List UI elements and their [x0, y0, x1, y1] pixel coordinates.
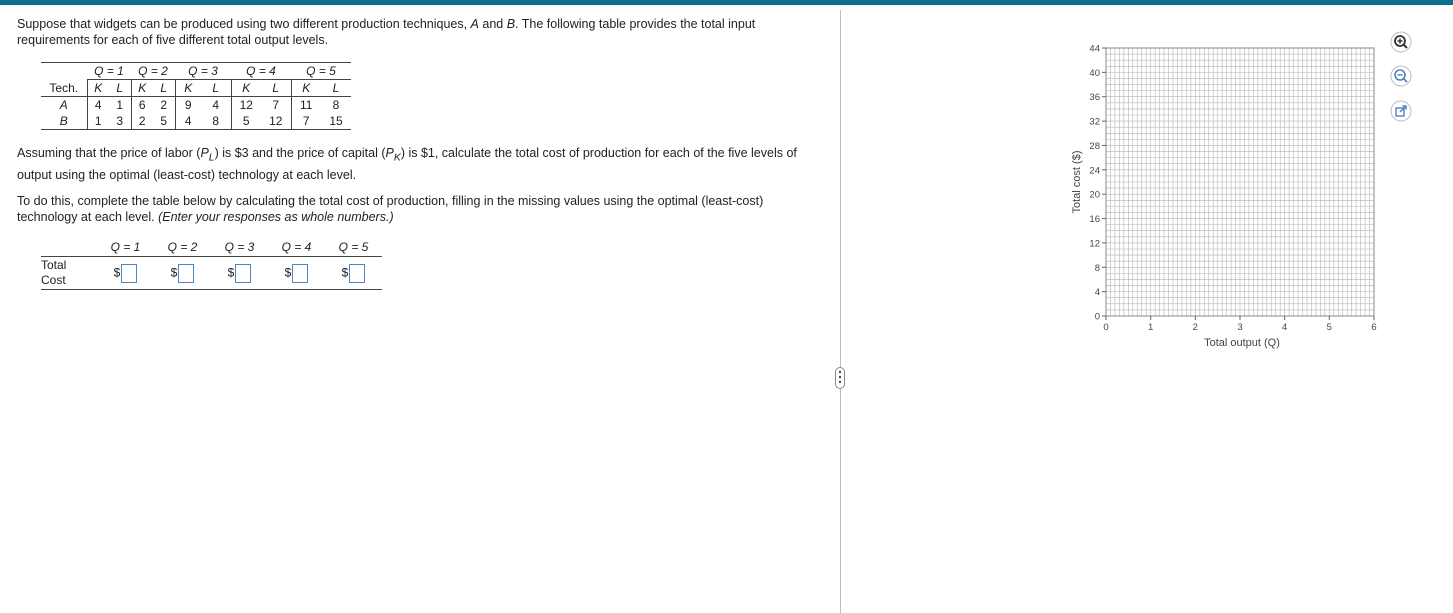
- x-axis-label: Total output (Q): [1204, 337, 1280, 349]
- x-tick-label: 4: [1282, 322, 1287, 333]
- x-tick-label: 3: [1237, 322, 1242, 333]
- total-cost-q1-input[interactable]: [121, 263, 138, 283]
- q-header: Q = 4: [231, 62, 291, 80]
- l-header: L: [153, 79, 176, 97]
- total-cost-q4-input[interactable]: [292, 263, 309, 283]
- currency-symbol: $: [284, 265, 292, 280]
- open-external-icon[interactable]: [1390, 100, 1412, 122]
- k-header: K: [231, 79, 261, 97]
- table-cell: 15: [321, 113, 351, 130]
- graph-canvas[interactable]: 048121620242832364044 0123456 Total outp…: [1060, 40, 1390, 360]
- k-header: K: [87, 79, 109, 97]
- q-header: Q = 1: [97, 238, 154, 257]
- q-header: Q = 2: [131, 62, 175, 80]
- table-cell: 2: [153, 96, 176, 113]
- x-tick-label: 1: [1148, 322, 1153, 333]
- table-cell: 1: [87, 113, 109, 130]
- y-axis-label: Total cost ($): [1071, 151, 1083, 214]
- q-header: Q = 4: [268, 238, 325, 257]
- total-cost-table: Q = 1 Q = 2 Q = 3 Q = 4 Q = 5 Total Cost …: [41, 238, 382, 290]
- tech-label: A: [41, 96, 88, 113]
- table-cell: 6: [138, 98, 146, 112]
- total-cost-label: Total Cost: [41, 256, 97, 290]
- k-header: K: [175, 79, 201, 97]
- q-header-row: Q = 1 Q = 2 Q = 3 Q = 4 Q = 5: [41, 62, 351, 80]
- table-cell: 5: [231, 113, 261, 130]
- table-cell: 4: [175, 113, 201, 130]
- panel-resize-handle[interactable]: [835, 367, 845, 389]
- table-cell: 7: [291, 113, 321, 130]
- y-tick-label: 20: [1089, 190, 1100, 201]
- tech-label: B: [41, 113, 88, 130]
- table-cell: 4: [201, 96, 232, 113]
- q-header-row: Q = 1 Q = 2 Q = 3 Q = 4 Q = 5: [41, 238, 382, 257]
- x-tick-label: 6: [1371, 322, 1376, 333]
- zoom-out-icon[interactable]: [1390, 65, 1412, 87]
- q-header: Q = 3: [175, 62, 231, 80]
- q-header: Q = 5: [325, 238, 382, 257]
- table-cell: 8: [201, 113, 232, 130]
- table-cell: 12: [261, 113, 292, 130]
- table-cell: 4: [94, 98, 102, 112]
- l-header: L: [321, 79, 351, 97]
- currency-symbol: $: [170, 265, 178, 280]
- y-tick-label: 44: [1089, 44, 1100, 55]
- y-tick-label: 16: [1089, 214, 1100, 225]
- k-header: K: [291, 79, 321, 97]
- table-cell: 11: [300, 98, 313, 112]
- table-row: B 1 3 2 5 4 8 5 12 7 15: [41, 113, 351, 130]
- currency-symbol: $: [341, 265, 349, 280]
- total-cost-q5-input[interactable]: [349, 263, 366, 283]
- panel-divider: [840, 10, 841, 613]
- l-header: L: [109, 79, 132, 97]
- kl-header-row: Tech. K L K L K L K L K L: [41, 79, 351, 97]
- top-accent-bar: [0, 0, 1453, 5]
- q-header: Q = 5: [291, 62, 351, 80]
- y-tick-label: 24: [1089, 165, 1100, 176]
- assumption-text: Assuming that the price of labor (PL) is…: [17, 146, 797, 182]
- input-requirements-table: Q = 1 Q = 2 Q = 3 Q = 4 Q = 5 Tech. K L …: [41, 62, 351, 130]
- currency-symbol: $: [227, 265, 235, 280]
- total-cost-row: Total Cost $ $ $ $ $: [41, 256, 382, 290]
- table-cell: 9: [184, 98, 192, 112]
- table-cell: 8: [332, 98, 340, 112]
- cost-graph[interactable]: 0 4 8 12 16 20 24 28 32 36 40 44 0123456 Total outp…: [1060, 40, 1390, 360]
- y-tick-label: 4: [1095, 287, 1100, 298]
- x-tick-label: 2: [1193, 322, 1198, 333]
- table-cell: 12: [239, 98, 253, 112]
- k-header: K: [131, 79, 153, 97]
- x-tick-label: 0: [1103, 322, 1108, 333]
- q-header: Q = 1: [87, 62, 131, 80]
- l-header: L: [261, 79, 292, 97]
- intro-text: Suppose that widgets can be produced usi…: [17, 17, 756, 47]
- y-tick-label: 36: [1089, 92, 1100, 103]
- y-tick-label: 0: [1095, 312, 1100, 323]
- zoom-in-icon[interactable]: [1390, 31, 1412, 53]
- instruction-text: To do this, complete the table below by …: [17, 194, 764, 224]
- table-cell: 2: [131, 113, 153, 130]
- table-row: A 4 1 6 2 9 4 12 7 11 8: [41, 96, 351, 113]
- table-cell: 5: [153, 113, 176, 130]
- q-header: Q = 2: [154, 238, 211, 257]
- l-header: L: [201, 79, 232, 97]
- x-tick-label: 5: [1327, 322, 1332, 333]
- total-cost-q2-input[interactable]: [178, 263, 195, 283]
- y-tick-label: 32: [1089, 117, 1100, 128]
- table-cell: 1: [109, 96, 132, 113]
- currency-symbol: $: [113, 265, 121, 280]
- total-cost-q3-input[interactable]: [235, 263, 252, 283]
- y-tick-label: 28: [1089, 141, 1100, 152]
- q-header: Q = 3: [211, 238, 268, 257]
- y-tick-label: 12: [1089, 238, 1100, 249]
- y-tick-label: 8: [1095, 263, 1100, 274]
- table-cell: 7: [261, 96, 292, 113]
- y-tick-label: 40: [1089, 68, 1100, 79]
- tech-header: Tech.: [41, 79, 88, 97]
- table-cell: 3: [109, 113, 132, 130]
